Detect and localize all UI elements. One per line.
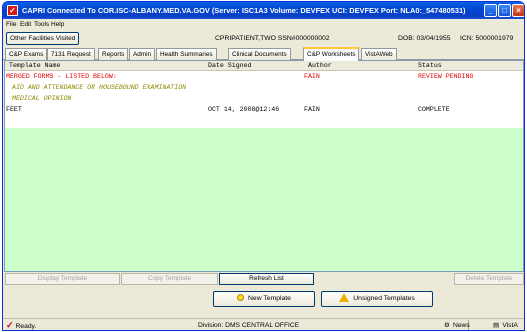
close-button[interactable]: × <box>512 4 524 17</box>
row-status: REVIEW PENDING <box>418 73 474 80</box>
table-row[interactable]: AID AND ATTENDANCE OR HOUSEBOUND EXAMINA… <box>5 83 523 92</box>
row-template-name: MEDICAL OPINION <box>12 95 72 102</box>
table-row[interactable]: MERGED FORMS - LISTED BELOW: FAIN REVIEW… <box>5 72 523 81</box>
row-author: FAIN <box>304 73 320 80</box>
worksheet-rows-area: MERGED FORMS - LISTED BELOW: FAIN REVIEW… <box>5 71 523 128</box>
menu-edit[interactable]: Edit <box>20 19 31 30</box>
vista-checkmark-icon: ✓ <box>6 320 14 330</box>
patient-icn: ICN: 5000001979 <box>460 35 514 42</box>
menu-tools[interactable]: Tools <box>34 19 49 30</box>
maximize-button[interactable]: □ <box>498 4 511 17</box>
menu-help[interactable]: Help <box>51 19 64 30</box>
patient-dob: DOB: 03/04/1955 <box>398 35 451 42</box>
column-header-date-signed[interactable]: Date Signed <box>208 61 252 71</box>
capri-app-icon: ✓ <box>7 5 18 16</box>
lightbulb-icon <box>237 294 245 301</box>
tab-cp-exams[interactable]: C&P Exams <box>5 48 48 60</box>
column-header-status[interactable]: Status <box>418 61 442 71</box>
row-status: COMPLETE <box>418 106 450 113</box>
new-template-label: New Template <box>248 295 291 302</box>
template-button-row: New Template Unsigned Templates <box>3 291 524 307</box>
status-bar: ✓ Ready. Division: DMS CENTRAL OFFICE ⚙ Ne… <box>3 318 524 330</box>
ready-label: Ready. <box>15 323 37 330</box>
warning-icon <box>339 293 350 302</box>
window-title: CAPRI Connected To COR.ISC-ALBANY.MED.VA… <box>22 6 466 15</box>
title-bar[interactable]: ✓ CAPRI Connected To COR.ISC-ALBANY.MED.… <box>3 2 524 19</box>
unsigned-templates-label: Unsigned Templates <box>353 295 415 302</box>
row-author: FAIN <box>304 106 320 113</box>
vista-label: VistA <box>502 322 518 329</box>
row-template-name: MERGED FORMS - LISTED BELOW: <box>6 73 117 80</box>
other-facilities-button[interactable]: Other Facilities Visited <box>6 32 80 45</box>
worksheet-list-body[interactable]: MERGED FORMS - LISTED BELOW: FAIN REVIEW… <box>5 71 523 271</box>
row-template-name: AID AND ATTENDANCE OR HOUSEBOUND EXAMINA… <box>12 84 187 91</box>
tab-admin[interactable]: Admin <box>129 48 156 60</box>
table-row[interactable]: MEDICAL OPINION <box>5 94 523 103</box>
menu-bar: File Edit Tools Help <box>3 19 524 30</box>
unsigned-templates-button[interactable]: Unsigned Templates <box>321 291 433 307</box>
tab-strip: C&P Exams 7131 Request Reports Admin Hea… <box>3 47 524 61</box>
worksheet-list: Template Name Date Signed Author Status … <box>4 60 524 272</box>
tab-vistaweb[interactable]: VistAWeb <box>361 48 397 60</box>
new-template-button[interactable]: New Template <box>213 291 315 307</box>
news-button[interactable]: ⚙ News <box>444 319 470 330</box>
tab-reports[interactable]: Reports <box>98 48 129 60</box>
patient-name-ssn[interactable]: CPRIPATIENT,TWO SSN#000000002 <box>215 33 330 44</box>
column-header-author[interactable]: Author <box>308 61 332 71</box>
tab-cp-worksheets[interactable]: C&P Worksheets <box>303 47 360 61</box>
patient-bar: Other Facilities Visited CPRIPATIENT,TWO… <box>3 30 524 47</box>
division-label: Division: DMS CENTRAL OFFICE <box>198 322 300 329</box>
news-label: News <box>453 322 470 329</box>
minimize-button[interactable]: _ <box>484 4 497 17</box>
row-template-name: FEET <box>6 106 22 113</box>
delete-template-button[interactable]: Delete Template <box>454 273 524 285</box>
column-headers: Template Name Date Signed Author Status <box>5 61 523 71</box>
column-header-template-name[interactable]: Template Name <box>9 61 60 71</box>
copy-template-button[interactable]: Copy Template <box>121 273 218 285</box>
tab-health-summaries[interactable]: Health Summaries <box>156 48 217 60</box>
capri-window: ✓ CAPRI Connected To COR.ISC-ALBANY.MED.… <box>2 1 525 331</box>
menu-file[interactable]: File <box>6 19 16 30</box>
tab-clinical-documents[interactable]: Clinical Documents <box>228 48 291 60</box>
vista-icon: ▤ <box>493 322 500 329</box>
ready-status: ✓ Ready. <box>6 319 37 330</box>
row-date-signed: OCT 14, 2008@12:46 <box>208 106 280 113</box>
table-row[interactable]: FEET OCT 14, 2008@12:46 FAIN COMPLETE <box>5 105 523 114</box>
tab-7131-request[interactable]: 7131 Request <box>47 48 95 60</box>
action-button-row: Display Template Copy Template Refresh L… <box>3 273 524 286</box>
display-template-button[interactable]: Display Template <box>5 273 120 285</box>
refresh-list-button[interactable]: Refresh List <box>219 273 314 285</box>
vista-button[interactable]: ▤ VistA <box>493 319 518 330</box>
news-icon: ⚙ <box>444 322 450 329</box>
